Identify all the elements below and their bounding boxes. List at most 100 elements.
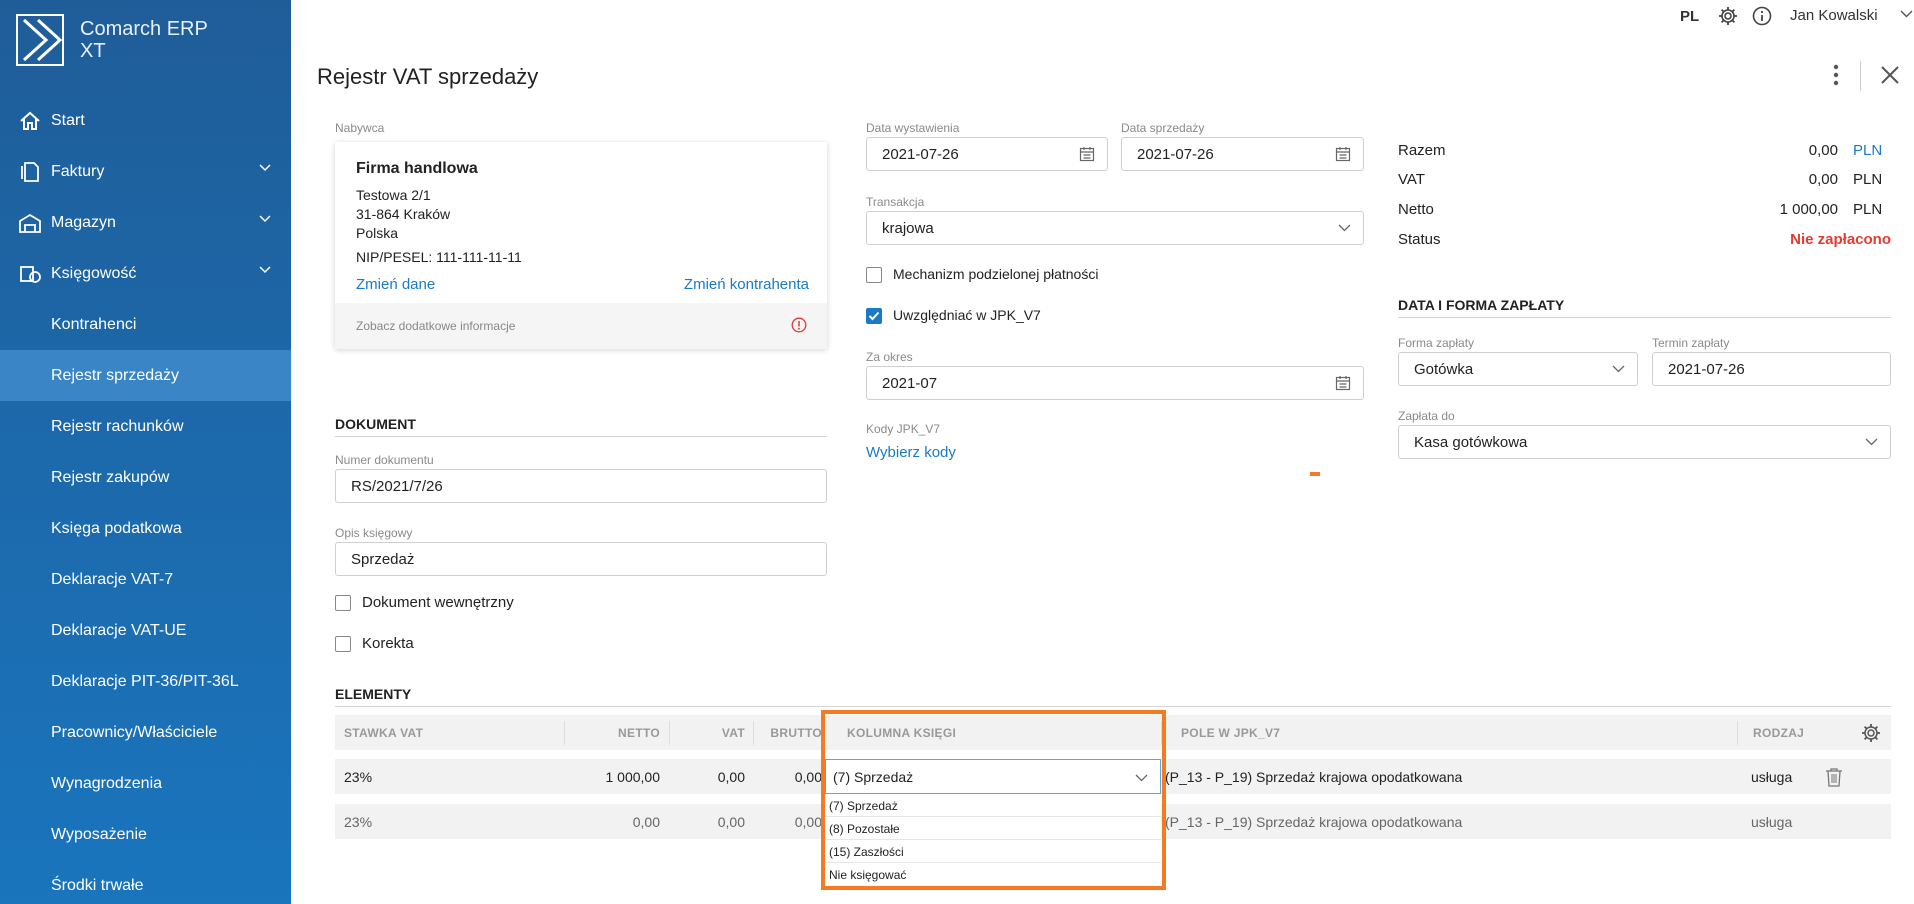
- sidebar-item-rejestr-sprzedazy[interactable]: Rejestr sprzedaży: [0, 350, 291, 401]
- column-divider: [564, 721, 565, 745]
- vat-label: VAT: [1398, 171, 1425, 188]
- app-logo[interactable]: Comarch ERP XT: [16, 14, 230, 66]
- correction-checkbox[interactable]: [335, 636, 351, 652]
- cell-kind[interactable]: usługa: [1751, 814, 1792, 830]
- chevron-down-icon[interactable]: [1900, 10, 1913, 18]
- sidebar-item-wyposazenie[interactable]: Wyposażenie: [0, 809, 291, 860]
- pay-to-value: Kasa gotówkowa: [1414, 434, 1528, 451]
- sidebar-item-start[interactable]: Start: [0, 95, 291, 146]
- period-field[interactable]: 2021-07: [866, 366, 1364, 400]
- sidebar-item-label: Księga podatkowa: [51, 519, 182, 537]
- cell-gross[interactable]: 0,00: [760, 814, 822, 830]
- period-label: Za okres: [866, 350, 913, 364]
- cell-gross[interactable]: 0,00: [760, 769, 822, 785]
- document-number-label: Numer dokumentu: [335, 453, 434, 467]
- cell-vat-rate[interactable]: 23%: [344, 769, 372, 785]
- sidebar-item-ksiegowosc[interactable]: Księgowość: [0, 248, 291, 299]
- jpk-include-checkbox[interactable]: [866, 308, 882, 324]
- buyer-nip: NIP/PESEL: 111-111-11-11: [356, 249, 522, 265]
- description-value: Sprzedaż: [351, 551, 415, 568]
- cell-jpk-field[interactable]: (P_13 - P_19) Sprzedaż krajowa opodatkow…: [1165, 769, 1462, 785]
- buyer-card-footer[interactable]: Zobacz dodatkowe informacje: [335, 303, 827, 349]
- internal-document-label: Dokument wewnętrzny: [362, 594, 514, 611]
- col-net[interactable]: NETTO: [600, 726, 660, 740]
- internal-document-checkbox[interactable]: [335, 595, 351, 611]
- checkmark-icon: [868, 311, 880, 321]
- document-number-field[interactable]: RS/2021/7/26: [335, 469, 827, 503]
- chevron-down-icon: [1338, 224, 1351, 232]
- transaction-select[interactable]: krajowa: [866, 211, 1364, 245]
- language-switch[interactable]: PL: [1680, 8, 1699, 25]
- payment-method-select[interactable]: Gotówka: [1398, 352, 1638, 386]
- sidebar-item-rejestr-rachunkow[interactable]: Rejestr rachunków: [0, 401, 291, 452]
- calendar-icon[interactable]: [1335, 375, 1351, 391]
- due-date-field[interactable]: 2021-07-26: [1652, 352, 1891, 386]
- total-value: 0,00: [1808, 142, 1838, 159]
- sidebar-item-srodki-trwale[interactable]: Środki trwałe: [0, 860, 291, 904]
- sidebar-item-label: Wynagrodzenia: [51, 774, 163, 792]
- cell-kind[interactable]: usługa: [1751, 769, 1792, 785]
- sidebar-item-deklaracje-pit[interactable]: Deklaracje PIT-36/PIT-36L: [0, 656, 291, 707]
- close-icon[interactable]: [1880, 65, 1900, 85]
- user-name[interactable]: Jan Kowalski: [1790, 7, 1878, 24]
- description-field[interactable]: Sprzedaż: [335, 542, 827, 576]
- sidebar-item-faktury[interactable]: Faktury: [0, 146, 291, 197]
- sale-date-field[interactable]: 2021-07-26: [1121, 137, 1364, 171]
- change-data-link[interactable]: Zmień dane: [356, 276, 435, 293]
- col-jpk-field[interactable]: POLE W JPK_V7: [1181, 726, 1280, 740]
- sidebar-item-wynagrodzenia[interactable]: Wynagrodzenia: [0, 758, 291, 809]
- warning-info-icon[interactable]: [791, 317, 807, 333]
- calendar-icon[interactable]: [1335, 146, 1351, 162]
- more-info-link[interactable]: Zobacz dodatkowe informacje: [356, 319, 515, 333]
- issue-date-field[interactable]: 2021-07-26: [866, 137, 1108, 171]
- total-currency[interactable]: PLN: [1853, 142, 1882, 159]
- sidebar-item-ksiega-podatkowa[interactable]: Księga podatkowa: [0, 503, 291, 554]
- sidebar-item-rejestr-zakupow[interactable]: Rejestr zakupów: [0, 452, 291, 503]
- cell-net[interactable]: 0,00: [560, 814, 660, 830]
- elements-section-title: ELEMENTY: [335, 686, 412, 702]
- section-divider: [1398, 317, 1891, 318]
- cell-vat-rate[interactable]: 23%: [344, 814, 372, 830]
- cell-net[interactable]: 1 000,00: [560, 769, 661, 785]
- status-label: Status: [1398, 231, 1441, 248]
- sidebar-item-pracownicy[interactable]: Pracownicy/Właściciele: [0, 707, 291, 758]
- payment-section-title: DATA I FORMA ZAPŁATY: [1398, 297, 1565, 313]
- main-content: Nabywca Firma handlowa Testowa 2/1 31-86…: [318, 116, 1914, 904]
- cell-vat[interactable]: 0,00: [690, 769, 745, 785]
- sidebar-item-deklaracje-vat7[interactable]: Deklaracje VAT-7: [0, 554, 291, 605]
- jpk-include-label: Uwzględniać w JPK_V7: [893, 307, 1041, 323]
- trash-icon[interactable]: [1825, 767, 1843, 787]
- sidebar-item-magazyn[interactable]: Magazyn: [0, 197, 291, 248]
- col-gross[interactable]: BRUTTO: [760, 726, 822, 740]
- col-kind[interactable]: RODZAJ: [1753, 726, 1804, 740]
- sidebar-item-label: Start: [51, 111, 85, 129]
- cell-vat[interactable]: 0,00: [690, 814, 745, 830]
- sidebar-nav: Start Faktury Magazyn Księgowość Kontrah…: [0, 95, 291, 904]
- calendar-icon[interactable]: [1079, 146, 1095, 162]
- col-vat-rate[interactable]: STAWKA VAT: [344, 726, 423, 740]
- payment-method-label: Forma zapłaty: [1398, 336, 1475, 350]
- sidebar-item-kontrahenci[interactable]: Kontrahenci: [0, 299, 291, 350]
- loading-indicator: [1310, 472, 1320, 476]
- change-contractor-link[interactable]: Zmień kontrahenta: [684, 276, 809, 293]
- info-icon[interactable]: [1752, 6, 1772, 26]
- transaction-value: krajowa: [882, 220, 934, 237]
- chevron-down-icon: [1865, 438, 1878, 446]
- split-payment-checkbox[interactable]: [866, 267, 882, 283]
- document-section-title: DOKUMENT: [335, 416, 416, 432]
- app-name: Comarch ERP XT: [80, 18, 208, 62]
- sidebar-item-label: Wyposażenie: [51, 825, 147, 843]
- net-currency: PLN: [1853, 201, 1883, 218]
- sidebar-item-deklaracje-vatue[interactable]: Deklaracje VAT-UE: [0, 605, 291, 656]
- sidebar-item-label: Magazyn: [51, 213, 116, 231]
- pay-to-select[interactable]: Kasa gotówkowa: [1398, 425, 1891, 459]
- col-vat[interactable]: VAT: [710, 726, 745, 740]
- settings-gear-icon[interactable]: [1718, 6, 1738, 26]
- header-divider: [1860, 61, 1861, 91]
- more-options-icon[interactable]: [1833, 64, 1839, 86]
- table-settings-gear-icon[interactable]: [1861, 723, 1881, 743]
- choose-codes-link[interactable]: Wybierz kody: [866, 444, 956, 461]
- column-divider: [669, 721, 670, 745]
- cell-jpk-field[interactable]: (P_13 - P_19) Sprzedaż krajowa opodatkow…: [1165, 814, 1462, 830]
- highlight-frame: [821, 710, 1166, 890]
